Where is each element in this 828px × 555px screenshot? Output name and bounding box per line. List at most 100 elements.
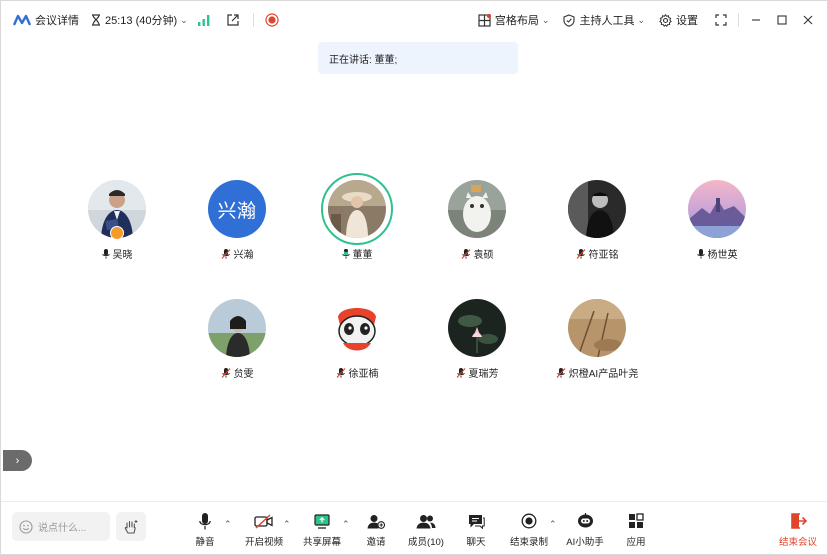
microphone-muted-icon [461, 248, 470, 259]
chat-placeholder: 说点什么... [38, 523, 87, 534]
avatar [328, 180, 386, 238]
end-recording-button[interactable]: 结束录制 [504, 512, 554, 548]
close-icon [803, 15, 813, 25]
chevron-down-icon: ⌄ [180, 14, 188, 25]
settings-label: 设置 [676, 15, 698, 27]
shield-icon [563, 13, 576, 27]
mute-options-caret[interactable]: ⌃ [224, 519, 232, 530]
microphone-muted-icon [556, 367, 566, 378]
participant-name: 徐亚楠 [336, 365, 379, 380]
gear-icon [659, 13, 672, 27]
participant-tile[interactable]: 杨世英 [657, 180, 777, 261]
participant-name: 吴晓 [101, 246, 133, 261]
participant-name: 袁硕 [461, 246, 494, 261]
share-options-caret[interactable]: ⌃ [342, 519, 350, 530]
microphone-muted-icon [336, 367, 345, 378]
microphone-muted-icon [456, 367, 465, 378]
exit-icon [790, 513, 807, 529]
settings-button[interactable]: 设置 [659, 12, 698, 28]
participant-tile[interactable]: 贠雯 [177, 299, 297, 380]
speaking-text: 正在讲话: 董董; [329, 54, 398, 66]
fullscreen-button[interactable] [708, 1, 734, 39]
microphone-icon [696, 248, 705, 259]
avatar [448, 180, 506, 238]
avatar [328, 299, 386, 357]
add-user-icon [367, 514, 385, 529]
emoji-icon [19, 519, 33, 534]
meeting-details-link[interactable]: 会议详情 [35, 12, 79, 28]
signal-strength-icon[interactable] [197, 14, 210, 26]
ai-assistant-button[interactable]: AI小助手 [560, 512, 610, 548]
apps-icon [629, 513, 644, 528]
maximize-icon [777, 15, 787, 25]
microphone-muted-icon [221, 367, 230, 378]
participant-name: 炽橙AI产品叶尧 [556, 365, 638, 380]
avatar: 兴瀚 [208, 180, 266, 238]
recording-options-caret[interactable]: ⌃ [549, 519, 557, 530]
minimize-icon [752, 19, 760, 21]
divider [738, 13, 739, 27]
host-tools-label: 主持人工具 [579, 15, 635, 27]
hourglass-icon [92, 14, 100, 26]
participant-tile[interactable]: 兴瀚 兴瀚 [177, 180, 297, 261]
invite-button[interactable]: 邀请 [351, 512, 401, 548]
meeting-timer[interactable]: 25:13 (40分钟) ⌄ [91, 12, 188, 28]
participant-tile[interactable]: 夏瑞芳 [417, 299, 537, 380]
chevron-down-icon: ⌄ [637, 14, 645, 25]
share-link-icon[interactable] [227, 14, 239, 26]
avatar [448, 299, 506, 357]
video-options-caret[interactable]: ⌃ [283, 519, 291, 530]
end-meeting-button[interactable]: 结束会议 [773, 512, 823, 548]
close-button[interactable] [795, 1, 821, 39]
participant-tile[interactable]: 袁硕 [417, 180, 537, 261]
participant-tile[interactable]: 徐亚楠 [297, 299, 417, 380]
avatar-text: 兴瀚 [217, 200, 257, 222]
microphone-muted-icon [221, 248, 230, 259]
participant-tile[interactable]: 董董 [297, 173, 417, 261]
microphone-icon [199, 512, 211, 529]
mute-button[interactable]: 静音 [180, 512, 230, 548]
divider [252, 13, 254, 27]
members-button[interactable]: 成员(10) [401, 512, 451, 548]
chevron-down-icon: ⌄ [541, 14, 550, 25]
chat-input[interactable]: 说点什么... [12, 512, 110, 541]
maximize-button[interactable] [769, 1, 795, 39]
participant-tile[interactable]: 吴晓 [57, 180, 177, 261]
expand-panel-button[interactable]: › [3, 450, 32, 471]
participant-name: 董董 [341, 246, 373, 261]
host-tools-button[interactable]: 主持人工具 ⌄ [563, 12, 645, 28]
participant-name: 符亚铭 [576, 246, 619, 261]
share-screen-icon [314, 513, 330, 529]
stop-recording-icon [521, 513, 537, 529]
share-screen-button[interactable]: 共享屏幕 [297, 512, 347, 548]
video-off-icon [254, 513, 273, 529]
participant-tile[interactable]: 炽橙AI产品叶尧 [537, 299, 657, 380]
microphone-icon [101, 248, 110, 259]
avatar [568, 299, 626, 357]
chat-icon [468, 514, 485, 529]
chat-button[interactable]: 聊天 [451, 512, 501, 548]
host-badge-icon [110, 226, 124, 240]
participant-name: 兴瀚 [221, 246, 254, 261]
bottom-toolbar: 说点什么... 静音 ⌃ 开启视频 ⌃ 共享屏幕 ⌃ 邀请 成员(10) 聊天 … [1, 501, 827, 554]
grid-layout-icon [478, 13, 491, 27]
speaking-indicator-banner: 正在讲话: 董董; [318, 42, 518, 74]
app-logo-icon [13, 14, 31, 26]
participant-tile[interactable]: 符亚铭 [537, 180, 657, 261]
chevron-right-icon: › [15, 454, 20, 467]
participant-name: 夏瑞芳 [456, 365, 499, 380]
minimize-button[interactable] [743, 1, 769, 39]
recording-icon[interactable] [265, 13, 279, 27]
avatar [568, 180, 626, 238]
microphone-muted-icon [576, 248, 585, 259]
start-video-button[interactable]: 开启视频 [239, 512, 289, 548]
raise-hand-icon [124, 519, 138, 534]
microphone-active-icon [341, 248, 350, 259]
members-icon [416, 514, 436, 528]
grid-layout-label: 宫格布局 [494, 15, 539, 27]
grid-layout-button[interactable]: 宫格布局 ⌄ [478, 12, 550, 28]
top-bar: 会议详情 25:13 (40分钟) ⌄ 宫格布局 ⌄ 主持人工具 ⌄ 设置 [1, 1, 827, 39]
raise-hand-button[interactable] [116, 512, 146, 541]
apps-button[interactable]: 应用 [611, 512, 661, 548]
avatar [208, 299, 266, 357]
